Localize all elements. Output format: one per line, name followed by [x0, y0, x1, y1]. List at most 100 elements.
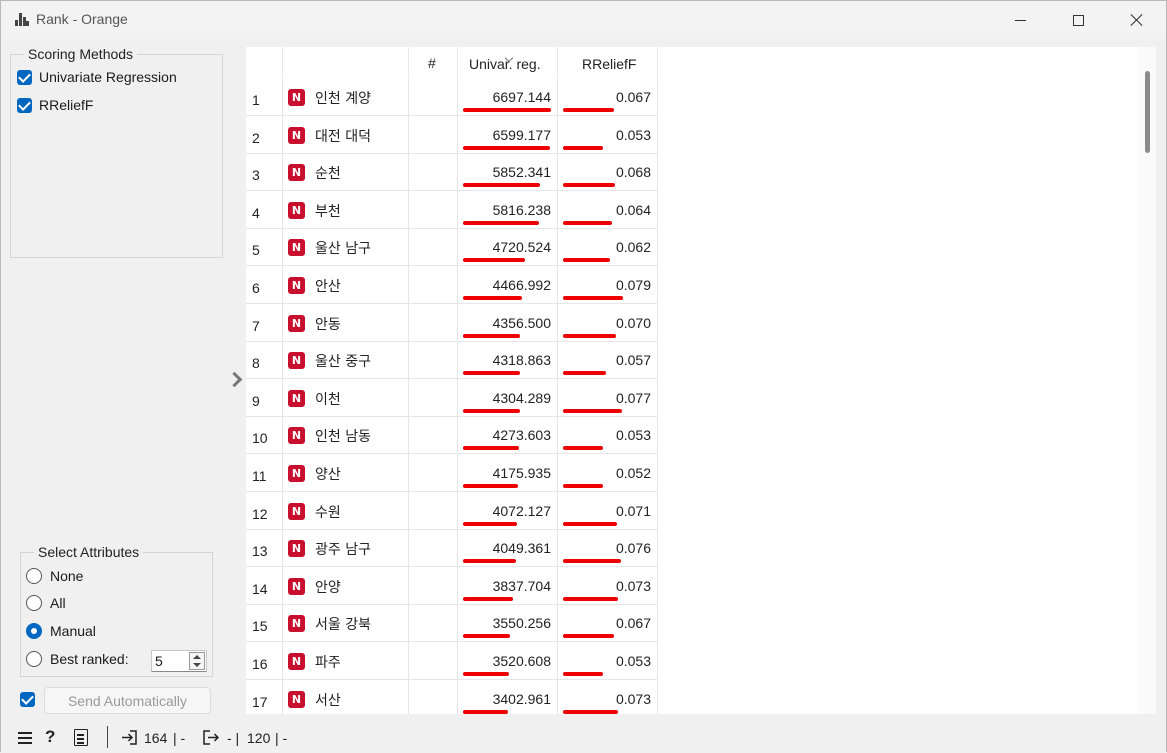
- rrelieff-cell: 0.053: [558, 115, 658, 153]
- table-row[interactable]: 17 N 서산 3402.961 0.073: [246, 679, 658, 714]
- row-number: 8: [252, 355, 260, 372]
- attribute-name: 안동: [315, 316, 341, 333]
- rrelieff-score: 0.057: [615, 352, 651, 369]
- table-row[interactable]: 5 N 울산 남구 4720.524 0.062: [246, 228, 658, 267]
- table-row[interactable]: 16 N 파주 3520.608 0.053: [246, 642, 658, 680]
- rank-window: Rank - Orange Scoring Methods Univariate…: [0, 0, 1167, 753]
- select-attributes-title: Select Attributes: [34, 544, 144, 560]
- table-row[interactable]: 9 N 이천 4304.289 0.077: [246, 378, 658, 417]
- rrelieff-cell: 0.067: [558, 604, 658, 642]
- row-number: 12: [252, 505, 268, 522]
- univar-score: 3402.961: [492, 690, 551, 707]
- checkbox-checked-icon[interactable]: [20, 692, 35, 707]
- univar-cell: 5852.341: [458, 153, 558, 191]
- numeric-variable-icon: N: [288, 653, 305, 670]
- send-automatically-button[interactable]: Send Automatically: [44, 687, 211, 714]
- attribute-name: 부천: [315, 203, 341, 220]
- checkbox-checked-icon[interactable]: [17, 97, 32, 113]
- count-cell: [409, 566, 458, 604]
- table-row[interactable]: 3 N 순천 5852.341 0.068: [246, 153, 658, 192]
- radio-manual[interactable]: Manual: [26, 623, 96, 639]
- rrelieff-cell: 0.073: [558, 679, 658, 714]
- radio-icon[interactable]: [26, 651, 42, 667]
- menu-icon[interactable]: [18, 732, 32, 744]
- table-row[interactable]: 10 N 인천 남동 4273.603 0.053: [246, 416, 658, 455]
- minimize-icon: [1014, 19, 1026, 21]
- univar-score: 4356.500: [492, 314, 551, 331]
- row-number-cell: 6: [246, 266, 283, 303]
- attribute-name: 광주 남구: [315, 542, 371, 559]
- radio-all[interactable]: All: [26, 595, 66, 611]
- rank-table[interactable]: # Univar. reg. RReliefF 1 N 인천 계양 6697.144 0…: [246, 47, 1138, 714]
- attribute-name: 울산 남구: [315, 241, 371, 258]
- row-number-cell: 13: [246, 529, 283, 567]
- count-cell: [409, 115, 458, 153]
- checkbox-univariate-regression[interactable]: Univariate Regression: [17, 69, 177, 85]
- help-icon[interactable]: ?: [45, 727, 55, 747]
- univar-score: 4273.603: [492, 427, 551, 444]
- rrelieff-score: 0.053: [615, 427, 651, 444]
- best-ranked-spinbox[interactable]: 5: [151, 650, 207, 672]
- rrelieff-score: 0.077: [615, 389, 651, 406]
- univar-score-bar: [463, 634, 510, 639]
- checkbox-checked-icon[interactable]: [17, 69, 32, 85]
- report-icon[interactable]: [74, 729, 88, 746]
- close-button[interactable]: [1107, 1, 1165, 39]
- univar-score: 4304.289: [492, 389, 551, 406]
- header-univar-reg[interactable]: Univar. reg.: [458, 47, 558, 77]
- rrelieff-cell: 0.053: [558, 642, 658, 679]
- count-cell: [409, 529, 458, 567]
- spin-up-icon[interactable]: [193, 655, 201, 659]
- checkbox-rrelieff[interactable]: RReliefF: [17, 97, 93, 113]
- row-number: 10: [252, 430, 268, 447]
- numeric-variable-icon: N: [288, 277, 305, 294]
- radio-best-ranked[interactable]: Best ranked:: [26, 651, 129, 667]
- univar-cell: 6697.144: [458, 78, 558, 115]
- univar-cell: 4720.524: [458, 228, 558, 266]
- table-row[interactable]: 11 N 양산 4175.935 0.052: [246, 454, 658, 492]
- rrelieff-score-bar: [563, 296, 623, 300]
- table-row[interactable]: 4 N 부천 5816.238 0.064: [246, 190, 658, 229]
- rrelieff-score-bar: [563, 333, 617, 338]
- header-rrelieff[interactable]: RReliefF: [558, 47, 658, 77]
- rrelieff-score-bar: [563, 634, 614, 639]
- table-row[interactable]: 15 N 서울 강북 3550.256 0.067: [246, 604, 658, 643]
- best-ranked-value[interactable]: 5: [155, 653, 163, 669]
- table-row[interactable]: 2 N 대전 대덕 6599.177 0.053: [246, 115, 658, 154]
- univar-cell: 5816.238: [458, 190, 558, 228]
- count-cell: [409, 78, 458, 115]
- count-cell: [409, 266, 458, 303]
- rrelieff-cell: 0.079: [558, 266, 658, 303]
- univar-score: 4318.863: [492, 352, 551, 369]
- scrollbar-thumb[interactable]: [1145, 71, 1150, 153]
- radio-icon[interactable]: [26, 595, 42, 611]
- rrelieff-score-bar: [563, 183, 615, 188]
- rrelieff-score: 0.076: [615, 540, 651, 557]
- rrelieff-cell: 0.068: [558, 153, 658, 191]
- checkbox-label: RReliefF: [39, 97, 94, 113]
- table-row[interactable]: 12 N 수원 4072.127 0.071: [246, 491, 658, 530]
- rrelieff-score: 0.073: [615, 577, 651, 594]
- attribute-name: 서울 강북: [315, 617, 371, 634]
- table-row[interactable]: 8 N 울산 중구 4318.863 0.057: [246, 341, 658, 380]
- collapse-panel-chevron-icon[interactable]: [227, 371, 241, 389]
- rrelieff-cell: 0.064: [558, 190, 658, 228]
- header-count[interactable]: #: [409, 47, 458, 77]
- attribute-name: 인천 남동: [315, 429, 371, 446]
- table-row[interactable]: 1 N 인천 계양 6697.144 0.067: [246, 78, 658, 116]
- table-row[interactable]: 13 N 광주 남구 4049.361 0.076: [246, 529, 658, 568]
- header-attribute[interactable]: [283, 47, 409, 77]
- table-row[interactable]: 7 N 안동 4356.500 0.070: [246, 303, 658, 342]
- minimize-button[interactable]: [991, 1, 1049, 39]
- row-number-cell: 7: [246, 303, 283, 341]
- radio-icon[interactable]: [26, 568, 42, 584]
- maximize-button[interactable]: [1049, 1, 1107, 39]
- spin-down-icon[interactable]: [193, 663, 201, 667]
- vertical-scrollbar[interactable]: [1138, 47, 1156, 714]
- send-automatically-checkbox[interactable]: [20, 692, 42, 707]
- table-row[interactable]: 6 N 안산 4466.992 0.079: [246, 266, 658, 304]
- table-row[interactable]: 14 N 안양 3837.704 0.073: [246, 566, 658, 605]
- spin-buttons[interactable]: [189, 652, 205, 670]
- radio-selected-icon[interactable]: [26, 623, 42, 639]
- radio-none[interactable]: None: [26, 568, 83, 584]
